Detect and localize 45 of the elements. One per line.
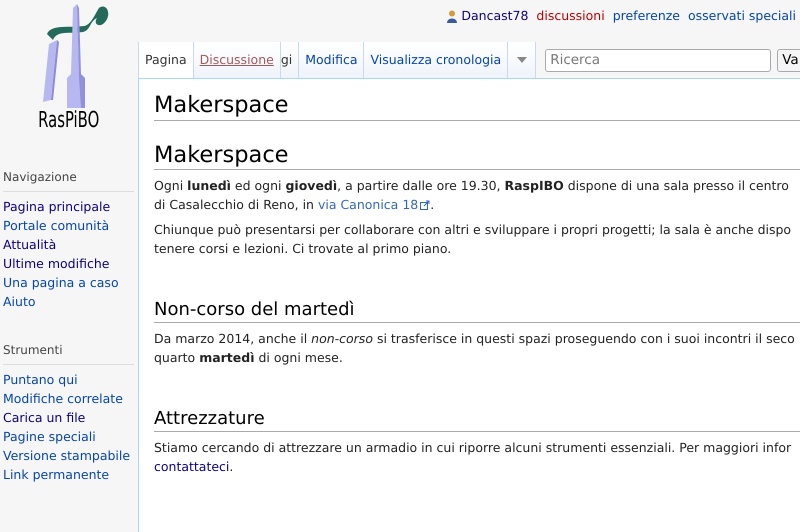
sidebar-link[interactable]: Portale comunità [3,216,110,235]
user-icon [447,10,458,23]
section-heading: Makerspace [154,141,800,170]
paragraph-line: Chiunque può presentarsi per collaborare con altri e sviluppare i propri progetti; la sala è anche dispo [154,221,792,239]
tab[interactable]: Visualizza cronologia [363,42,508,78]
portlet-heading: Navigazione [3,168,134,192]
sidebar-link[interactable]: Carica un file [3,408,86,427]
text-link[interactable]: contattateci [154,457,230,476]
sidebar-link[interactable]: Ultime modifiche [3,254,110,273]
paragraph-line: quarto martedì di ogni mese. [154,349,344,367]
paragraph-line: Da marzo 2014, anche il non-corso si trasferisce in questi spazi proseguendo con i suoi incontri il seco [154,330,796,348]
sidebar-link[interactable]: Link permanente [3,465,110,484]
paragraph-text: . [229,458,234,476]
tab[interactable]: Modifica [298,42,364,78]
user-link[interactable]: Dancast78 [461,7,528,26]
personal-link[interactable]: preferenze [612,7,680,26]
sidebar-link[interactable]: Puntano qui [3,370,78,389]
search-field[interactable]: Ricerca [545,48,772,72]
tab[interactable]: gi [280,42,298,78]
sidebar-link[interactable]: Una pagina a caso [3,273,119,292]
sidebar-link[interactable]: Pagina principale [3,197,110,216]
paragraph-line: Stiamo cercando di attrezzare un armadio in cui riporre alcuni strumenti essenziali. Per maggiori infor [154,439,792,457]
paragraph-text: di Casalecchio di Reno, in [154,196,315,214]
more-menu-tab[interactable] [507,42,536,78]
tab[interactable]: Discussione [192,42,281,78]
caret-icon [516,57,527,63]
sidebar-link[interactable]: Modifiche correlate [3,389,123,408]
sidebar-link[interactable]: Pagine speciali [3,427,96,446]
paragraph-line: Ogni lunedì ed ogni giovedì, a partire dalle ore 19.30, RaspIBO dispone di una sala presso il centro [154,177,790,195]
external-link-icon [420,200,430,210]
section-heading: Non-corso del martedì [154,298,800,323]
sidebar-link[interactable]: Versione stampabile [3,446,130,465]
tab[interactable]: Pagina [138,42,193,78]
sidebar-link[interactable]: Attualità [3,235,56,254]
portlet-heading: Strumenti [3,341,134,365]
section-heading: Attrezzature [154,407,800,432]
go-button[interactable]: Va [777,48,800,72]
paragraph-text: . [430,196,434,214]
page-title: Makerspace [154,91,800,121]
sidebar-link[interactable]: Aiuto [3,292,36,311]
personal-link[interactable]: osservati speciali [688,7,796,26]
personal-link[interactable]: discussioni [536,7,605,26]
logo-text: RasPiBO [38,110,100,132]
paragraph-line: tenere corsi e lezioni. Ci trovate al primo piano. [154,240,452,258]
external-link[interactable]: via Canonica 18 [318,195,430,214]
